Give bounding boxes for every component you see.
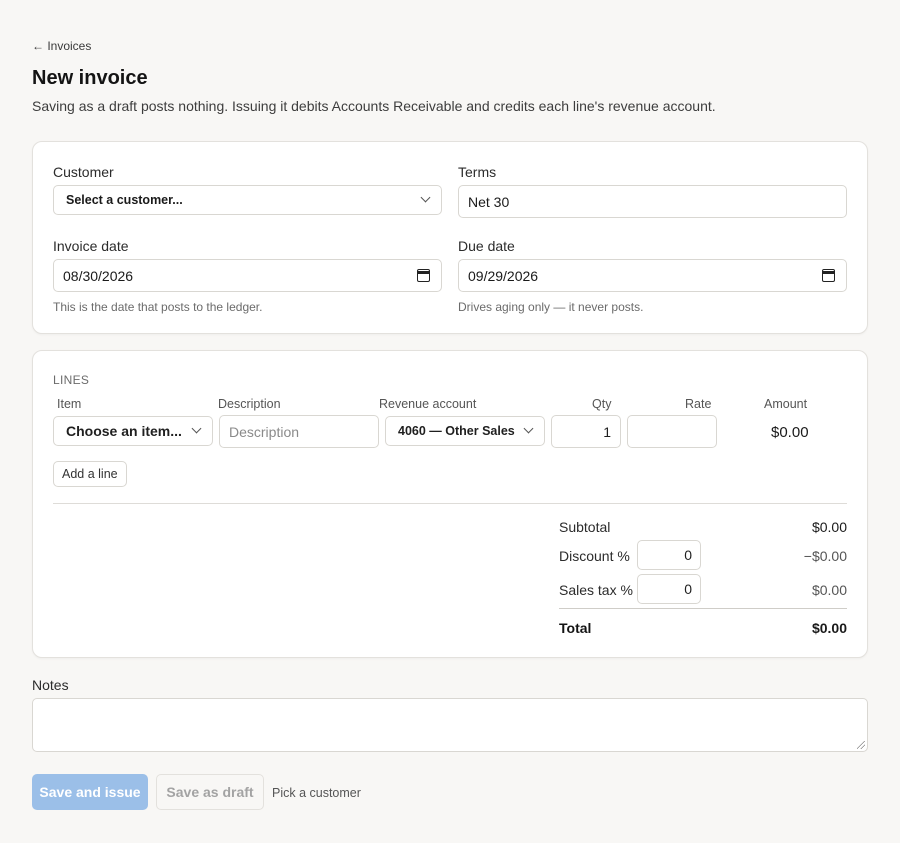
- line-description-input[interactable]: Description: [219, 415, 379, 448]
- sales-tax-input[interactable]: 0: [637, 574, 701, 604]
- notes-label: Notes: [32, 677, 69, 693]
- invoice-date-value: 08/30/2026: [63, 267, 134, 284]
- terms-input[interactable]: Net 30: [458, 185, 847, 218]
- due-date-label: Due date: [458, 238, 515, 254]
- calendar-icon[interactable]: [417, 269, 430, 282]
- discount-label: Discount %: [559, 548, 630, 564]
- calendar-icon[interactable]: [822, 269, 835, 282]
- col-head-qty: Qty: [592, 397, 612, 411]
- invoice-lines-card: LINES Item Description Revenue account Q…: [32, 350, 868, 658]
- lines-section-label: LINES: [53, 373, 90, 387]
- total-value: $0.00: [811, 620, 847, 636]
- customer-select[interactable]: Select a customer...: [53, 185, 442, 215]
- line-item-value: Choose an item...: [66, 423, 182, 439]
- sales-tax-value: $0.00: [811, 582, 847, 598]
- page-title: New invoice: [32, 67, 148, 89]
- line-qty-input[interactable]: 1: [551, 415, 621, 448]
- sales-tax-input-value: 0: [684, 581, 692, 597]
- customer-label: Customer: [53, 164, 114, 180]
- invoice-date-help: This is the date that posts to the ledge…: [53, 300, 263, 314]
- chevron-down-icon: [523, 423, 534, 434]
- terms-label: Terms: [458, 164, 497, 180]
- totals-divider: [559, 608, 847, 609]
- back-to-invoices-link[interactable]: ← Invoices: [32, 39, 91, 53]
- line-qty-value: 1: [603, 423, 611, 440]
- discount-value: −$0.00: [803, 548, 847, 564]
- line-revenue-account-value: 4060 — Other Sales: [398, 424, 515, 438]
- line-revenue-account-select[interactable]: 4060 — Other Sales: [385, 416, 545, 446]
- action-hint: Pick a customer: [272, 786, 361, 800]
- invoice-date-input[interactable]: 08/30/2026: [53, 259, 442, 292]
- discount-input[interactable]: 0: [637, 540, 701, 570]
- line-rate-input[interactable]: [627, 415, 717, 448]
- col-head-revenue-account: Revenue account: [379, 397, 477, 411]
- subtotal-value: $0.00: [811, 519, 847, 535]
- page-subtitle: Saving as a draft posts nothing. Issuing…: [32, 98, 716, 114]
- resize-handle-icon[interactable]: [857, 741, 865, 749]
- chevron-down-icon: [420, 192, 431, 203]
- due-date-help: Drives aging only — it never posts.: [458, 300, 644, 314]
- total-label: Total: [559, 620, 592, 636]
- subtotal-label: Subtotal: [559, 519, 611, 535]
- due-date-value: 09/29/2026: [468, 267, 539, 284]
- line-description-placeholder: Description: [229, 423, 300, 440]
- customer-select-value: Select a customer...: [66, 193, 183, 207]
- notes-textarea[interactable]: [32, 698, 868, 752]
- lines-divider: [53, 503, 847, 504]
- add-line-button[interactable]: Add a line: [53, 461, 127, 487]
- col-head-amount: Amount: [764, 397, 808, 411]
- save-as-draft-button[interactable]: Save as draft: [156, 774, 264, 810]
- due-date-input[interactable]: 09/29/2026: [458, 259, 847, 292]
- sales-tax-label: Sales tax %: [559, 582, 633, 598]
- col-head-item: Item: [57, 397, 82, 411]
- col-head-rate: Rate: [685, 397, 712, 411]
- line-item-select[interactable]: Choose an item...: [53, 416, 213, 446]
- discount-input-value: 0: [684, 547, 692, 563]
- chevron-down-icon: [191, 423, 202, 434]
- save-and-issue-button[interactable]: Save and issue: [32, 774, 148, 810]
- invoice-date-label: Invoice date: [53, 238, 129, 254]
- line-amount: $0.00: [771, 424, 809, 441]
- terms-value: Net 30: [468, 193, 510, 210]
- col-head-description: Description: [218, 397, 281, 411]
- invoice-header-card: Customer Select a customer... Terms Net …: [32, 141, 868, 334]
